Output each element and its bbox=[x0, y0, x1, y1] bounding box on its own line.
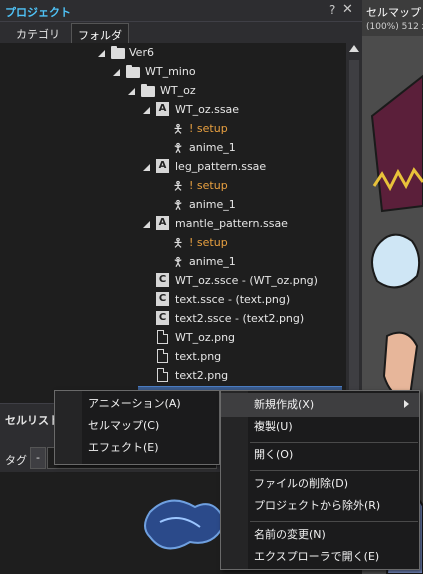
tab-folder[interactable]: フォルダ bbox=[71, 23, 129, 43]
menu-item-new-cellmap[interactable]: セルマップ(C) bbox=[55, 415, 219, 437]
expand-triangle-icon[interactable] bbox=[128, 88, 135, 95]
tree-row-label: text2.png bbox=[175, 369, 229, 382]
cellmap-panel-title: セルマップ bbox=[366, 6, 421, 19]
project-tree: Ver6 WT_mino WT_oz A WT_oz.ssae 🯅 ! setu… bbox=[0, 43, 346, 403]
menu-item-open-in-explorer[interactable]: エクスプローラで開く(E) bbox=[221, 546, 419, 568]
menu-item-new[interactable]: 新規作成(X) bbox=[221, 394, 419, 416]
menu-item-rename[interactable]: 名前の変更(N) bbox=[221, 524, 419, 546]
document-icon bbox=[157, 349, 168, 363]
close-icon[interactable]: ✕ bbox=[342, 2, 353, 17]
document-icon bbox=[157, 368, 168, 382]
tree-row-label: mantle_pattern.ssae bbox=[175, 217, 288, 230]
expand-triangle-icon[interactable] bbox=[143, 164, 150, 171]
tree-row-wt-oz[interactable]: WT_oz bbox=[0, 81, 346, 100]
tree-row-label: WT_oz bbox=[160, 84, 196, 97]
menu-item-open[interactable]: 開く(O) bbox=[221, 444, 419, 466]
tree-row-label: ! setup bbox=[189, 236, 228, 249]
figure-icon: 🯅 bbox=[172, 179, 184, 193]
tree-row-label: ! setup bbox=[189, 122, 228, 135]
cellmap-file-icon: C bbox=[156, 311, 169, 325]
menu-item-delete-file[interactable]: ファイルの削除(D) bbox=[221, 473, 419, 495]
tree-row-cellmap-file[interactable]: C text.ssce - (text.png) bbox=[0, 290, 346, 309]
tree-row-cellmap-file[interactable]: C WT_oz.ssce - (WT_oz.png) bbox=[0, 271, 346, 290]
menu-item-remove-from-project[interactable]: プロジェクトから除外(R) bbox=[221, 495, 419, 517]
tree-row-image-file[interactable]: text.png bbox=[0, 347, 346, 366]
context-menu: 新規作成(X) 複製(U) 開く(O) ファイルの削除(D) プロジェクトから除… bbox=[220, 390, 420, 570]
tree-row-cellmap-file[interactable]: C text2.ssce - (text2.png) bbox=[0, 309, 346, 328]
menu-separator bbox=[250, 442, 418, 443]
tag-remove-button[interactable]: - bbox=[30, 447, 46, 469]
tree-row-label: WT_oz.ssae bbox=[175, 103, 240, 116]
figure-icon: 🯅 bbox=[172, 122, 184, 136]
menu-item-new-animation[interactable]: アニメーション(A) bbox=[55, 393, 219, 415]
folder-icon bbox=[111, 46, 125, 59]
scroll-up-arrow-icon[interactable] bbox=[349, 45, 359, 52]
project-tabbar: カテゴリ フォルダ bbox=[0, 22, 362, 43]
tree-row-label: anime_1 bbox=[189, 141, 236, 154]
tree-row-label: ! setup bbox=[189, 179, 228, 192]
tree-row-wt-mino[interactable]: WT_mino bbox=[0, 62, 346, 81]
tree-row-label: text.ssce - (text.png) bbox=[175, 293, 291, 306]
tree-row-setup[interactable]: 🯅 ! setup bbox=[0, 119, 346, 138]
folder-icon bbox=[126, 65, 140, 78]
tag-label: タグ bbox=[5, 454, 27, 467]
expand-triangle-icon[interactable] bbox=[113, 69, 120, 76]
zoom-readout: (100%) 512 x bbox=[366, 22, 423, 32]
running-figure-icon: 🯆 bbox=[172, 198, 184, 212]
menu-item-new-effect[interactable]: エフェクト(E) bbox=[55, 437, 219, 459]
tree-row-label: Ver6 bbox=[129, 46, 154, 59]
running-figure-icon: 🯆 bbox=[172, 141, 184, 155]
tree-row-anime[interactable]: 🯆 anime_1 bbox=[0, 195, 346, 214]
menu-item-duplicate[interactable]: 複製(U) bbox=[221, 416, 419, 438]
project-panel-title: プロジェクト bbox=[5, 6, 71, 19]
tree-row-label: leg_pattern.ssae bbox=[175, 160, 267, 173]
tree-row-label: text.png bbox=[175, 350, 222, 363]
tree-row-setup[interactable]: 🯅 ! setup bbox=[0, 233, 346, 252]
document-icon bbox=[157, 330, 168, 344]
tree-row-label: WT_oz.png bbox=[175, 331, 236, 344]
cellmap-file-icon: C bbox=[156, 273, 169, 287]
running-figure-icon: 🯆 bbox=[172, 255, 184, 269]
tree-row-anime[interactable]: 🯆 anime_1 bbox=[0, 252, 346, 271]
tree-row-label: anime_1 bbox=[189, 255, 236, 268]
tree-row-animation-file[interactable]: A mantle_pattern.ssae bbox=[0, 214, 346, 233]
tree-row-label: WT_mino bbox=[145, 65, 196, 78]
tree-row-label: text2.ssce - (text2.png) bbox=[175, 312, 305, 325]
expand-triangle-icon[interactable] bbox=[98, 50, 105, 57]
tree-row-label: WT_oz.ssce - (WT_oz.png) bbox=[175, 274, 318, 287]
tree-row-image-file[interactable]: text2.png bbox=[0, 366, 346, 385]
scrollbar-thumb[interactable] bbox=[349, 60, 359, 390]
tree-row-image-file[interactable]: WT_oz.png bbox=[0, 328, 346, 347]
expand-triangle-icon[interactable] bbox=[143, 221, 150, 228]
tree-row-anime[interactable]: 🯆 anime_1 bbox=[0, 138, 346, 157]
submenu-arrow-icon bbox=[404, 400, 409, 408]
tree-row-label: anime_1 bbox=[189, 198, 236, 211]
tree-row-animation-file[interactable]: A WT_oz.ssae bbox=[0, 100, 346, 119]
menu-separator bbox=[250, 470, 418, 471]
project-titlebar: プロジェクト ? ✕ bbox=[0, 0, 362, 22]
celllist-panel-title: セルリスト bbox=[5, 414, 60, 427]
folder-icon bbox=[141, 84, 155, 97]
help-button[interactable]: ? bbox=[329, 3, 335, 17]
menu-separator bbox=[250, 521, 418, 522]
animation-file-icon: A bbox=[156, 216, 169, 230]
expand-triangle-icon[interactable] bbox=[143, 107, 150, 114]
tree-row-animation-file[interactable]: A leg_pattern.ssae bbox=[0, 157, 346, 176]
tab-category[interactable]: カテゴリ bbox=[9, 23, 67, 43]
tree-row-setup[interactable]: 🯅 ! setup bbox=[0, 176, 346, 195]
figure-icon: 🯅 bbox=[172, 236, 184, 250]
tree-row-ver6[interactable]: Ver6 bbox=[0, 43, 346, 62]
animation-file-icon: A bbox=[156, 102, 169, 116]
cellmap-file-icon: C bbox=[156, 292, 169, 306]
animation-file-icon: A bbox=[156, 159, 169, 173]
new-submenu: アニメーション(A) セルマップ(C) エフェクト(E) bbox=[54, 390, 220, 465]
